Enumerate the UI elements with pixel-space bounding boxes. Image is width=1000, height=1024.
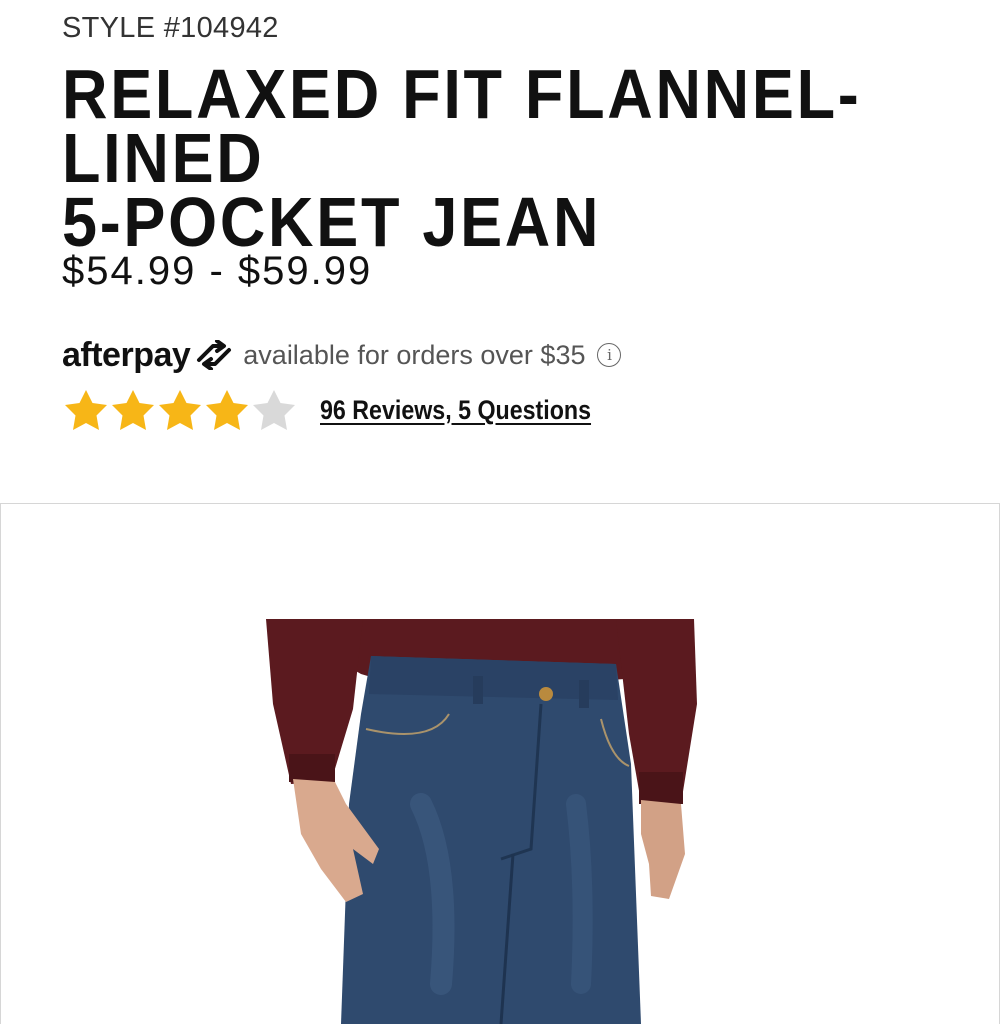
star-rating[interactable] [64,388,296,432]
product-title: RELAXED FIT FLANNEL-LINED 5-POCKET JEAN [62,59,890,257]
price-range: $54.99 - $59.99 [62,249,373,293]
right-hand-shape [641,800,685,899]
afterpay-logo: afterpay [62,335,191,374]
star-filled-icon [112,390,154,430]
afterpay-banner: afterpay available for orders over $35 i [62,333,622,377]
jeans-shape [341,656,641,1024]
afterpay-message: available for orders over $35 [243,339,586,370]
star-empty-icon [253,390,295,430]
product-title-line-1: RELAXED FIT FLANNEL-LINED [62,55,862,197]
star-filled-icon [159,390,201,430]
info-icon[interactable]: i [597,343,622,367]
afterpay-arrows-icon [193,340,235,370]
reviews-link[interactable]: 96 Reviews, 5 Questions [320,395,591,426]
star-filled-icon [65,390,107,430]
star-filled-icon [206,390,248,430]
product-image[interactable] [1,504,999,1024]
style-number: STYLE #104942 [62,12,279,44]
product-image-frame [0,503,1000,1024]
rating-row: 96 Reviews, 5 Questions [64,386,635,434]
